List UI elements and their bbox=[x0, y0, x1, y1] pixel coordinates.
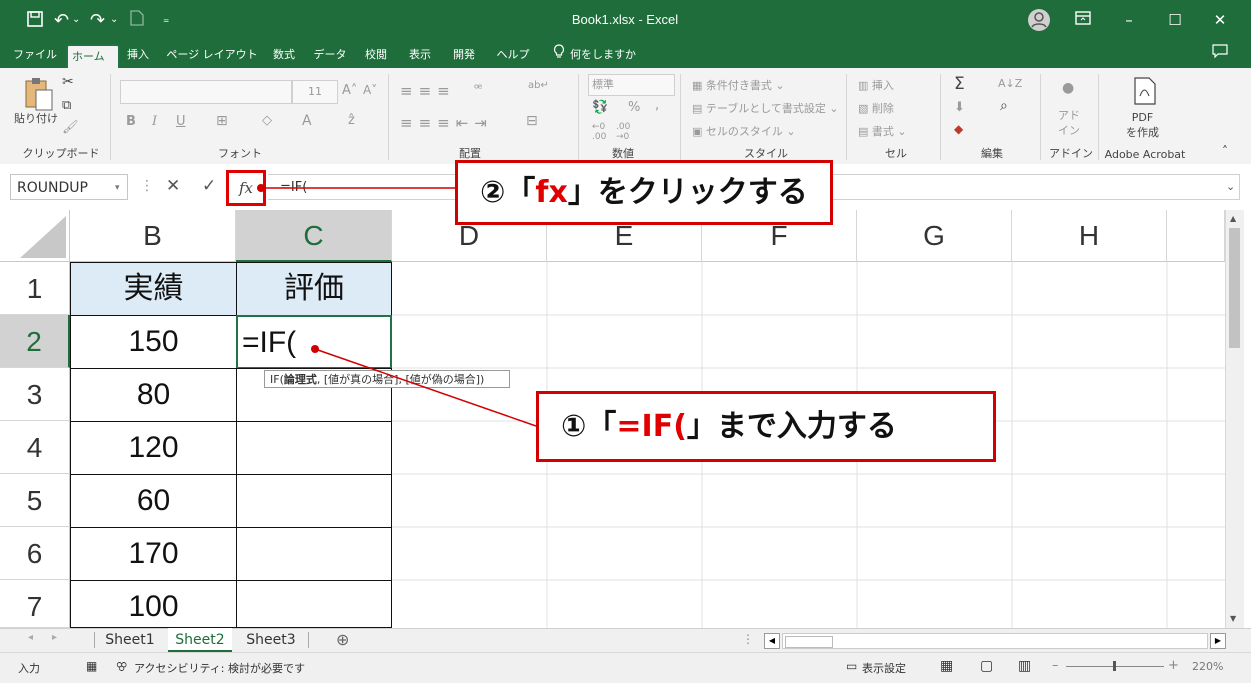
callout-click-fx: ②「fx」をクリックする bbox=[455, 160, 833, 225]
zoom-level[interactable]: 220% bbox=[1192, 660, 1223, 673]
scroll-thumb[interactable] bbox=[785, 636, 833, 648]
status-mode: 入力 bbox=[18, 662, 40, 675]
normal-view-icon[interactable]: ▦ bbox=[940, 658, 953, 674]
sheet-tab-sheet2[interactable]: Sheet2 bbox=[168, 628, 232, 652]
next-sheet-icon[interactable]: ▸ bbox=[52, 632, 57, 643]
callout-number: ② bbox=[480, 175, 506, 210]
page-layout-view-icon[interactable]: ▢ bbox=[980, 658, 993, 674]
callout-key: fx bbox=[535, 175, 568, 210]
zoom-slider-thumb[interactable] bbox=[1113, 661, 1116, 671]
callout-key: =IF( bbox=[616, 409, 687, 444]
callout-instruction: まで入力する bbox=[716, 409, 897, 444]
callout-instruction: をクリックする bbox=[597, 175, 808, 210]
add-sheet-icon[interactable]: ⊕ bbox=[336, 630, 349, 649]
zoom-out-icon[interactable]: – bbox=[1052, 658, 1059, 673]
display-settings-label[interactable]: 表示設定 bbox=[862, 660, 906, 676]
callout-bracket-close: 」 bbox=[567, 175, 598, 210]
display-settings-icon[interactable]: ▭ bbox=[846, 659, 857, 673]
scroll-up-icon[interactable]: ▲ bbox=[1230, 214, 1236, 223]
scroll-thumb[interactable] bbox=[1229, 228, 1240, 348]
page-break-view-icon[interactable]: ▥ bbox=[1018, 658, 1031, 674]
scroll-down-icon[interactable]: ▼ bbox=[1230, 614, 1236, 623]
vertical-scrollbar[interactable]: ▲ ▼ bbox=[1225, 210, 1244, 628]
scroll-left-icon[interactable]: ◀ bbox=[764, 633, 780, 649]
accessibility-icon[interactable]: ꕢ bbox=[116, 660, 127, 675]
horizontal-scrollbar[interactable] bbox=[782, 633, 1208, 649]
zoom-in-icon[interactable]: + bbox=[1168, 658, 1179, 673]
callout-number: ① bbox=[561, 409, 587, 444]
status-bar: 入力 ▦ ꕢ アクセシビリティ: 検討が必要です ▭ 表示設定 ▦ ▢ ▥ – … bbox=[0, 652, 1251, 683]
callout-bracket-close: 」 bbox=[686, 409, 717, 444]
accessibility-status[interactable]: アクセシビリティ: 検討が必要です bbox=[134, 660, 305, 676]
divider bbox=[308, 632, 309, 648]
scroll-right-icon[interactable]: ▶ bbox=[1210, 633, 1226, 649]
macro-record-icon[interactable]: ▦ bbox=[86, 659, 97, 673]
callout-bracket-open: 「 bbox=[586, 409, 617, 444]
annotation-lines bbox=[257, 184, 537, 427]
callout-bracket-open: 「 bbox=[505, 175, 536, 210]
prev-sheet-icon[interactable]: ◂ bbox=[28, 632, 33, 643]
divider bbox=[94, 632, 95, 648]
callout-type-if: ①「=IF(」まで入力する bbox=[536, 391, 996, 462]
sheet-tab-sheet3[interactable]: Sheet3 bbox=[240, 628, 302, 652]
sheet-tab-sheet1[interactable]: Sheet1 bbox=[100, 628, 160, 652]
more-icon: ⋮ bbox=[742, 632, 754, 646]
